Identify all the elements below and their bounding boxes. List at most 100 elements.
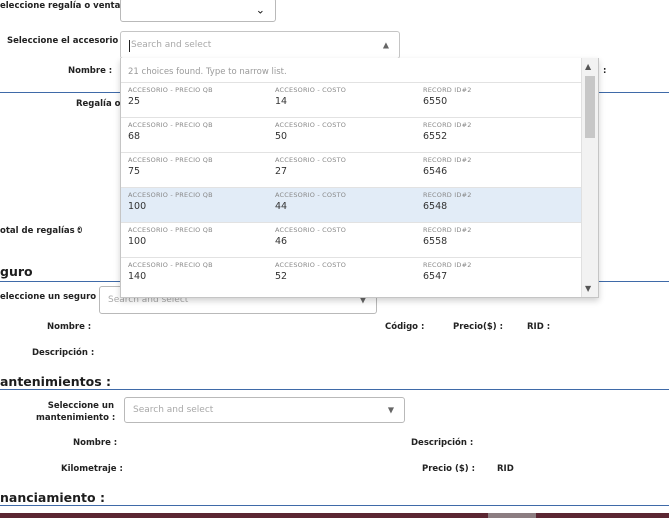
mantenimientos-divider (0, 389, 669, 390)
option-header-record-id: RECORD ID#2 (423, 156, 472, 164)
option-header-costo: ACCESORIO - COSTO (275, 121, 347, 129)
option-value-precio: 100 (128, 201, 147, 212)
dropdown-option[interactable]: ACCESORIO - PRECIO QB 25 ACCESORIO - COSTO… (121, 82, 583, 117)
option-header-precio: ACCESORIO - PRECIO QB (128, 86, 213, 94)
financiamiento-title: nanciamiento : (0, 490, 105, 505)
seguro-title: guro (0, 264, 33, 279)
option-value-record-id: 6546 (423, 166, 448, 177)
option-cell-costo: ACCESORIO - COSTO 52 (275, 261, 346, 282)
dropdown-results-count: 21 choices found. Type to narrow list. (128, 67, 287, 77)
option-header-record-id: RECORD ID#2 (423, 191, 472, 199)
option-value-precio: 100 (128, 236, 147, 247)
regalia-venta-select[interactable]: ⌄ (120, 0, 276, 22)
seguro-select-label: eleccione un seguro : (0, 292, 103, 302)
dropdown-options: ACCESORIO - PRECIO QB 25 ACCESORIO - COSTO… (121, 82, 583, 292)
option-cell-record-id: RECORD ID#2 6552 (423, 121, 472, 142)
option-cell-costo: ACCESORIO - COSTO 44 (275, 191, 346, 212)
option-value-record-id: 6552 (423, 131, 448, 142)
mantenimiento-select[interactable]: Search and select ▼ (124, 397, 405, 423)
seguro-precio-label: Precio($) : (453, 322, 504, 332)
chevron-down-icon: ⌄ (255, 3, 265, 17)
option-cell-costo: ACCESORIO - COSTO 14 (275, 86, 346, 107)
seguro-descripcion-label: Descripción : (32, 348, 95, 358)
option-header-record-id: RECORD ID#2 (423, 86, 472, 94)
option-value-precio: 140 (128, 271, 147, 282)
mantenimiento-label-line-1: Seleccione un (47, 401, 114, 411)
option-cell-costo: ACCESORIO - COSTO 46 (275, 226, 346, 247)
option-value-record-id: 6547 (423, 271, 448, 282)
option-value-costo: 50 (275, 131, 288, 142)
accesorio-dropdown-list[interactable]: 21 choices found. Type to narrow list. A… (120, 58, 599, 298)
option-header-precio: ACCESORIO - PRECIO QB (128, 156, 213, 164)
option-cell-precio: ACCESORIO - PRECIO QB 75 (128, 156, 213, 177)
option-cell-costo: ACCESORIO - COSTO 27 (275, 156, 346, 177)
footer-bar-tab (488, 513, 536, 518)
scroll-down-icon[interactable]: ▼ (585, 284, 591, 293)
option-cell-precio: ACCESORIO - PRECIO QB 100 (128, 226, 213, 247)
dropdown-scrollbar[interactable]: ▲ ▼ (581, 58, 598, 297)
scrollbar-thumb[interactable] (585, 76, 595, 138)
option-value-record-id: 6550 (423, 96, 448, 107)
option-header-record-id: RECORD ID#2 (423, 121, 472, 129)
caret-down-icon: ▼ (387, 405, 394, 415)
option-value-precio: 25 (128, 96, 141, 107)
seguro-nombre-label: Nombre : (47, 322, 92, 332)
option-header-precio: ACCESORIO - PRECIO QB (128, 121, 213, 129)
mantenimiento-label-line-2: mantenimiento : (36, 413, 116, 423)
option-cell-record-id: RECORD ID#2 6550 (423, 86, 472, 107)
total-regalias-value: 0 (77, 226, 83, 236)
option-cell-record-id: RECORD ID#2 6547 (423, 261, 472, 282)
mantenimiento-rid-label: RID (497, 464, 514, 474)
dropdown-option[interactable]: ACCESORIO - PRECIO QB 75 ACCESORIO - COSTO… (121, 152, 583, 187)
option-header-record-id: RECORD ID#2 (423, 226, 472, 234)
option-value-costo: 46 (275, 236, 288, 247)
option-header-costo: ACCESORIO - COSTO (275, 261, 347, 269)
option-header-precio: ACCESORIO - PRECIO QB (128, 226, 213, 234)
dropdown-option[interactable]: ACCESORIO - PRECIO QB 68 ACCESORIO - COSTO… (121, 117, 583, 152)
option-header-costo: ACCESORIO - COSTO (275, 86, 347, 94)
partial-right-label: : (603, 66, 607, 76)
option-cell-precio: ACCESORIO - PRECIO QB 25 (128, 86, 213, 107)
option-cell-record-id: RECORD ID#2 6558 (423, 226, 472, 247)
option-value-record-id: 6548 (423, 201, 448, 212)
dropdown-option[interactable]: ACCESORIO - PRECIO QB 100 ACCESORIO - COST… (121, 187, 583, 222)
option-cell-precio: ACCESORIO - PRECIO QB 140 (128, 261, 213, 282)
option-value-precio: 68 (128, 131, 141, 142)
option-header-costo: ACCESORIO - COSTO (275, 226, 347, 234)
accesorio-label: Seleccione el accesorio : (7, 36, 125, 46)
option-cell-costo: ACCESORIO - COSTO 50 (275, 121, 346, 142)
seguro-codigo-label: Código : (385, 322, 425, 332)
option-header-precio: ACCESORIO - PRECIO QB (128, 191, 213, 199)
mantenimiento-precio-label: Precio ($) : (422, 464, 475, 474)
regalia-venta-label: eleccione regalía o venta : (0, 1, 127, 11)
option-header-record-id: RECORD ID#2 (423, 261, 472, 269)
dropdown-option[interactable]: ACCESORIO - PRECIO QB 140 ACCESORIO - COST… (121, 257, 583, 292)
financiamiento-divider (0, 505, 669, 506)
mantenimiento-select-label: Seleccione un mantenimiento : (36, 400, 116, 424)
option-cell-precio: ACCESORIO - PRECIO QB 68 (128, 121, 213, 142)
text-cursor (129, 40, 130, 52)
option-value-costo: 14 (275, 96, 288, 107)
option-header-costo: ACCESORIO - COSTO (275, 191, 347, 199)
mantenimiento-search-input[interactable]: Search and select (133, 405, 213, 415)
option-value-costo: 52 (275, 271, 288, 282)
caret-up-icon: ▲ (382, 40, 389, 50)
option-value-costo: 27 (275, 166, 288, 177)
option-value-precio: 75 (128, 166, 141, 177)
mantenimiento-nombre-label: Nombre : (73, 438, 118, 448)
accesorio-search-input[interactable]: Search and select (131, 40, 211, 50)
option-header-costo: ACCESORIO - COSTO (275, 156, 347, 164)
option-cell-record-id: RECORD ID#2 6546 (423, 156, 472, 177)
mantenimiento-descripcion-label: Descripción : (411, 438, 474, 448)
scroll-up-icon[interactable]: ▲ (585, 62, 591, 71)
option-cell-record-id: RECORD ID#2 6548 (423, 191, 472, 212)
dropdown-option[interactable]: ACCESORIO - PRECIO QB 100 ACCESORIO - COST… (121, 222, 583, 257)
total-regalias-label: otal de regalías : (0, 226, 82, 236)
option-header-precio: ACCESORIO - PRECIO QB (128, 261, 213, 269)
accesorio-select[interactable]: Search and select ▲ (120, 31, 400, 59)
option-cell-precio: ACCESORIO - PRECIO QB 100 (128, 191, 213, 212)
seguro-rid-label: RID : (527, 322, 551, 332)
option-value-record-id: 6558 (423, 236, 448, 247)
nombre-label: Nombre : (68, 66, 113, 76)
footer-bar (0, 513, 669, 518)
